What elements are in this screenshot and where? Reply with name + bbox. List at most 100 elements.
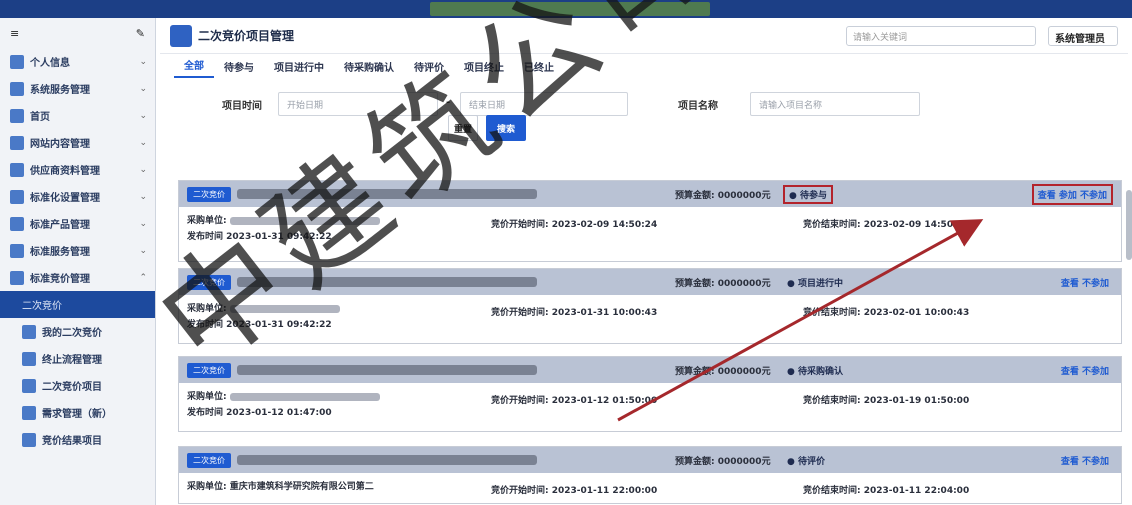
sidebar-item-label: 标准化设置管理 (30, 193, 100, 204)
sidebar-item-label: 竞价结果项目 (42, 436, 102, 447)
bid-unit: 采购单位: (187, 213, 380, 226)
sidebar-item-label: 二次竞价项目 (42, 382, 102, 393)
bid-amount: 预算金额: 0000000元 (675, 456, 771, 467)
doc-icon (22, 405, 36, 420)
status-badge: ● 项目进行中 (787, 278, 843, 289)
sidebar-item-label: 需求管理（新） (42, 409, 112, 420)
bid-card: 二次竞价 预算金额: 0000000元 ● 待参与 查看 参加 不参加 采购单位… (178, 180, 1122, 262)
tab-confirm[interactable]: 待采购确认 (334, 59, 404, 78)
bid-name-redacted (237, 189, 537, 199)
sidebar-item-label: 二次竞价 (22, 301, 62, 312)
sidebar-item-label: 系统服务管理 (30, 85, 90, 96)
sidebar: ≡ ✎ 个人信息 ⌄ 系统服务管理 ⌄ 首页 ⌄ 网站内容管理 ⌄ 供应商资料管理 ⌄ 标… (0, 18, 156, 505)
sidebar-item-label: 标准服务管理 (30, 247, 90, 258)
bid-type-badge: 二次竞价 (187, 186, 231, 202)
grid-icon (10, 189, 24, 204)
bid-actions[interactable]: 查看 不参加 (1057, 274, 1113, 291)
chevron-down-icon: ⌄ (139, 245, 147, 256)
sidebar-item-content[interactable]: 网站内容管理 ⌄ (0, 129, 155, 156)
bid-card: 二次竞价 预算金额: 0000000元 ● 待评价 查看 不参加 采购单位: 重… (178, 446, 1122, 504)
tab-pending[interactable]: 待参与 (214, 59, 264, 78)
tab-all[interactable]: 全部 (174, 57, 214, 78)
tab-project-terminated[interactable]: 项目终止 (454, 59, 514, 78)
settings-icon (10, 81, 24, 96)
sidebar-item-standard-bidding[interactable]: 标准竞价管理 ⌃ (0, 264, 155, 291)
chevron-down-icon: ⌄ (139, 191, 147, 202)
app-logo (170, 24, 192, 47)
bid-card-body: 采购单位: 发布时间 2023-01-31 09:42:22 竞价开始时间: 2… (179, 207, 1121, 261)
sidebar-item-home[interactable]: 首页 ⌄ (0, 102, 155, 129)
chevron-down-icon: ⌄ (139, 56, 147, 67)
bid-end-time: 竞价结束时间: 2023-01-19 01:50:00 (803, 396, 970, 406)
sidebar-item-termination[interactable]: 终止流程管理 (0, 345, 155, 372)
search-button[interactable]: 搜索 (486, 115, 526, 141)
bid-card-header: 二次竞价 预算金额: 0000000元 ● 待参与 查看 参加 不参加 (179, 181, 1121, 207)
sidebar-item-personal-info[interactable]: 个人信息 ⌄ (0, 48, 155, 75)
list-icon (10, 162, 24, 177)
status-badge: ● 待参与 (783, 184, 833, 204)
sidebar-item-demand[interactable]: 需求管理（新） (0, 399, 155, 426)
top-bar-center-block (430, 2, 710, 16)
sidebar-item-label: 首页 (30, 112, 50, 123)
bid-actions[interactable]: 查看 不参加 (1057, 362, 1113, 379)
reset-button[interactable]: 重置 (448, 115, 478, 141)
menu-icon[interactable]: ≡ (10, 27, 19, 40)
gavel-icon (10, 270, 24, 285)
doc-icon (22, 324, 36, 339)
sidebar-item-result[interactable]: 竞价结果项目 (0, 426, 155, 453)
bid-card: 二次竞价 预算金额: 0000000元 ● 项目进行中 查看 不参加 采购单位:… (178, 268, 1122, 344)
bid-actions[interactable]: 查看 参加 不参加 (1031, 183, 1113, 205)
search-input[interactable]: 请输入关键词 (846, 25, 1036, 46)
bid-unit: 采购单位: 重庆市建筑科学研究院有限公司第二 (187, 482, 374, 492)
bid-start-time: 竞价开始时间: 2023-01-12 01:50:00 (491, 396, 658, 406)
bid-type-badge: 二次竞价 (187, 362, 231, 378)
sidebar-item-standard-service[interactable]: 标准服务管理 ⌄ (0, 237, 155, 264)
chevron-up-icon: ⌃ (139, 272, 147, 283)
home-icon (10, 108, 24, 123)
project-name-input[interactable]: 请输入项目名称 (750, 92, 920, 116)
tab-bar: 全部 待参与 项目进行中 待采购确认 待评价 项目终止 已终止 (160, 54, 1128, 78)
chevron-down-icon: ⌄ (139, 137, 147, 148)
sidebar-top: ≡ ✎ (0, 18, 155, 48)
sidebar-item-label: 我的二次竞价 (42, 328, 102, 339)
bid-start-time: 竞价开始时间: 2023-01-11 22:00:00 (491, 486, 658, 496)
bid-end-time: 竞价结束时间: 2023-01-11 22:04:00 (803, 486, 970, 496)
tab-in-progress[interactable]: 项目进行中 (264, 59, 334, 78)
sidebar-item-standard-product[interactable]: 标准产品管理 ⌄ (0, 210, 155, 237)
tab-terminated[interactable]: 已终止 (514, 59, 564, 78)
bid-end-time: 竞价结束时间: 2023-02-09 14:50:24 (803, 220, 970, 230)
people-icon (22, 378, 36, 393)
sidebar-item-label: 终止流程管理 (42, 355, 102, 366)
sidebar-item-system-service[interactable]: 系统服务管理 ⌄ (0, 75, 155, 102)
bid-name-redacted (237, 455, 537, 465)
bid-card-header: 二次竞价 预算金额: 0000000元 ● 待采购确认 查看 不参加 (179, 357, 1121, 383)
date-separator: - (446, 97, 451, 108)
date-start-input[interactable]: 开始日期 (278, 92, 438, 116)
main-header: 二次竞价项目管理 请输入关键词 系统管理员 (160, 18, 1128, 54)
bid-actions[interactable]: 查看 不参加 (1057, 452, 1113, 469)
sidebar-item-supplier[interactable]: 供应商资料管理 ⌄ (0, 156, 155, 183)
user-menu[interactable]: 系统管理员 (1048, 25, 1118, 46)
filter-row: 项目时间 开始日期 - 结束日期 项目名称 请输入项目名称 (160, 90, 1128, 120)
bid-name-redacted (237, 277, 537, 287)
doc-icon (22, 351, 36, 366)
status-badge: ● 待评价 (787, 456, 825, 467)
settings-icon (22, 432, 36, 447)
top-bar (0, 0, 1132, 18)
sidebar-item-my-secondary-bidding[interactable]: 我的二次竞价 (0, 318, 155, 345)
date-end-input[interactable]: 结束日期 (460, 92, 628, 116)
sidebar-item-secondary-bidding[interactable]: 二次竞价 (0, 291, 155, 318)
bid-publish-time: 发布时间 2023-01-12 01:47:00 (187, 408, 332, 418)
bid-card-body: 采购单位: 发布时间 2023-01-12 01:47:00 竞价开始时间: 2… (179, 383, 1121, 431)
page-title: 二次竞价项目管理 (198, 29, 295, 43)
chevron-down-icon: ⌄ (139, 110, 147, 121)
sidebar-item-standard-settings[interactable]: 标准化设置管理 ⌄ (0, 183, 155, 210)
tab-evaluate[interactable]: 待评价 (404, 59, 454, 78)
edit-icon[interactable]: ✎ (136, 27, 145, 40)
scrollbar[interactable] (1126, 190, 1132, 260)
status-badge: ● 待采购确认 (787, 366, 843, 377)
box-icon (10, 216, 24, 231)
sidebar-item-secondary-project[interactable]: 二次竞价项目 (0, 372, 155, 399)
sidebar-item-label: 标准竞价管理 (30, 274, 90, 285)
bid-unit: 采购单位: (187, 301, 340, 314)
